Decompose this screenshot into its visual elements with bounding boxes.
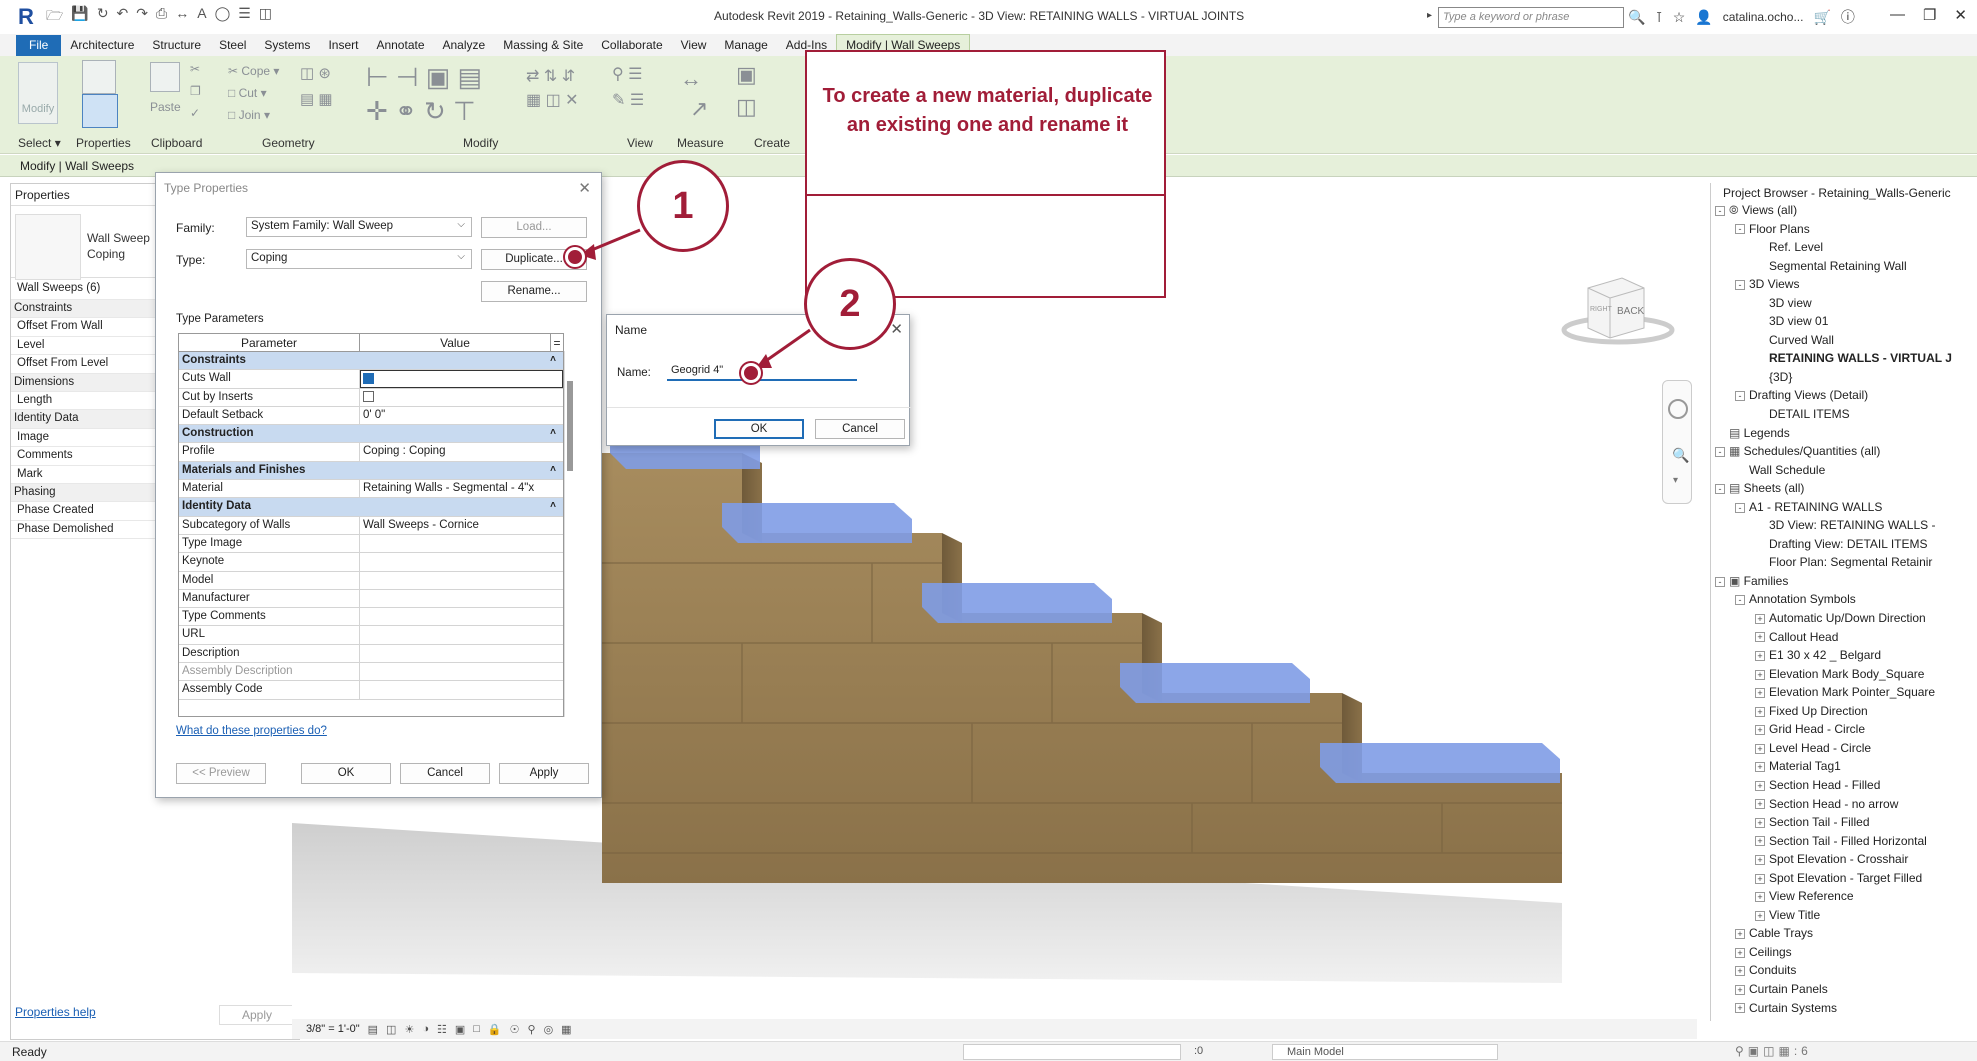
- step-2-dot: [741, 363, 761, 383]
- step-1-marker: 1: [637, 160, 729, 252]
- step-2-marker: 2: [804, 258, 896, 350]
- step-1-dot: [565, 247, 585, 267]
- annotation-arrows: [580, 228, 811, 368]
